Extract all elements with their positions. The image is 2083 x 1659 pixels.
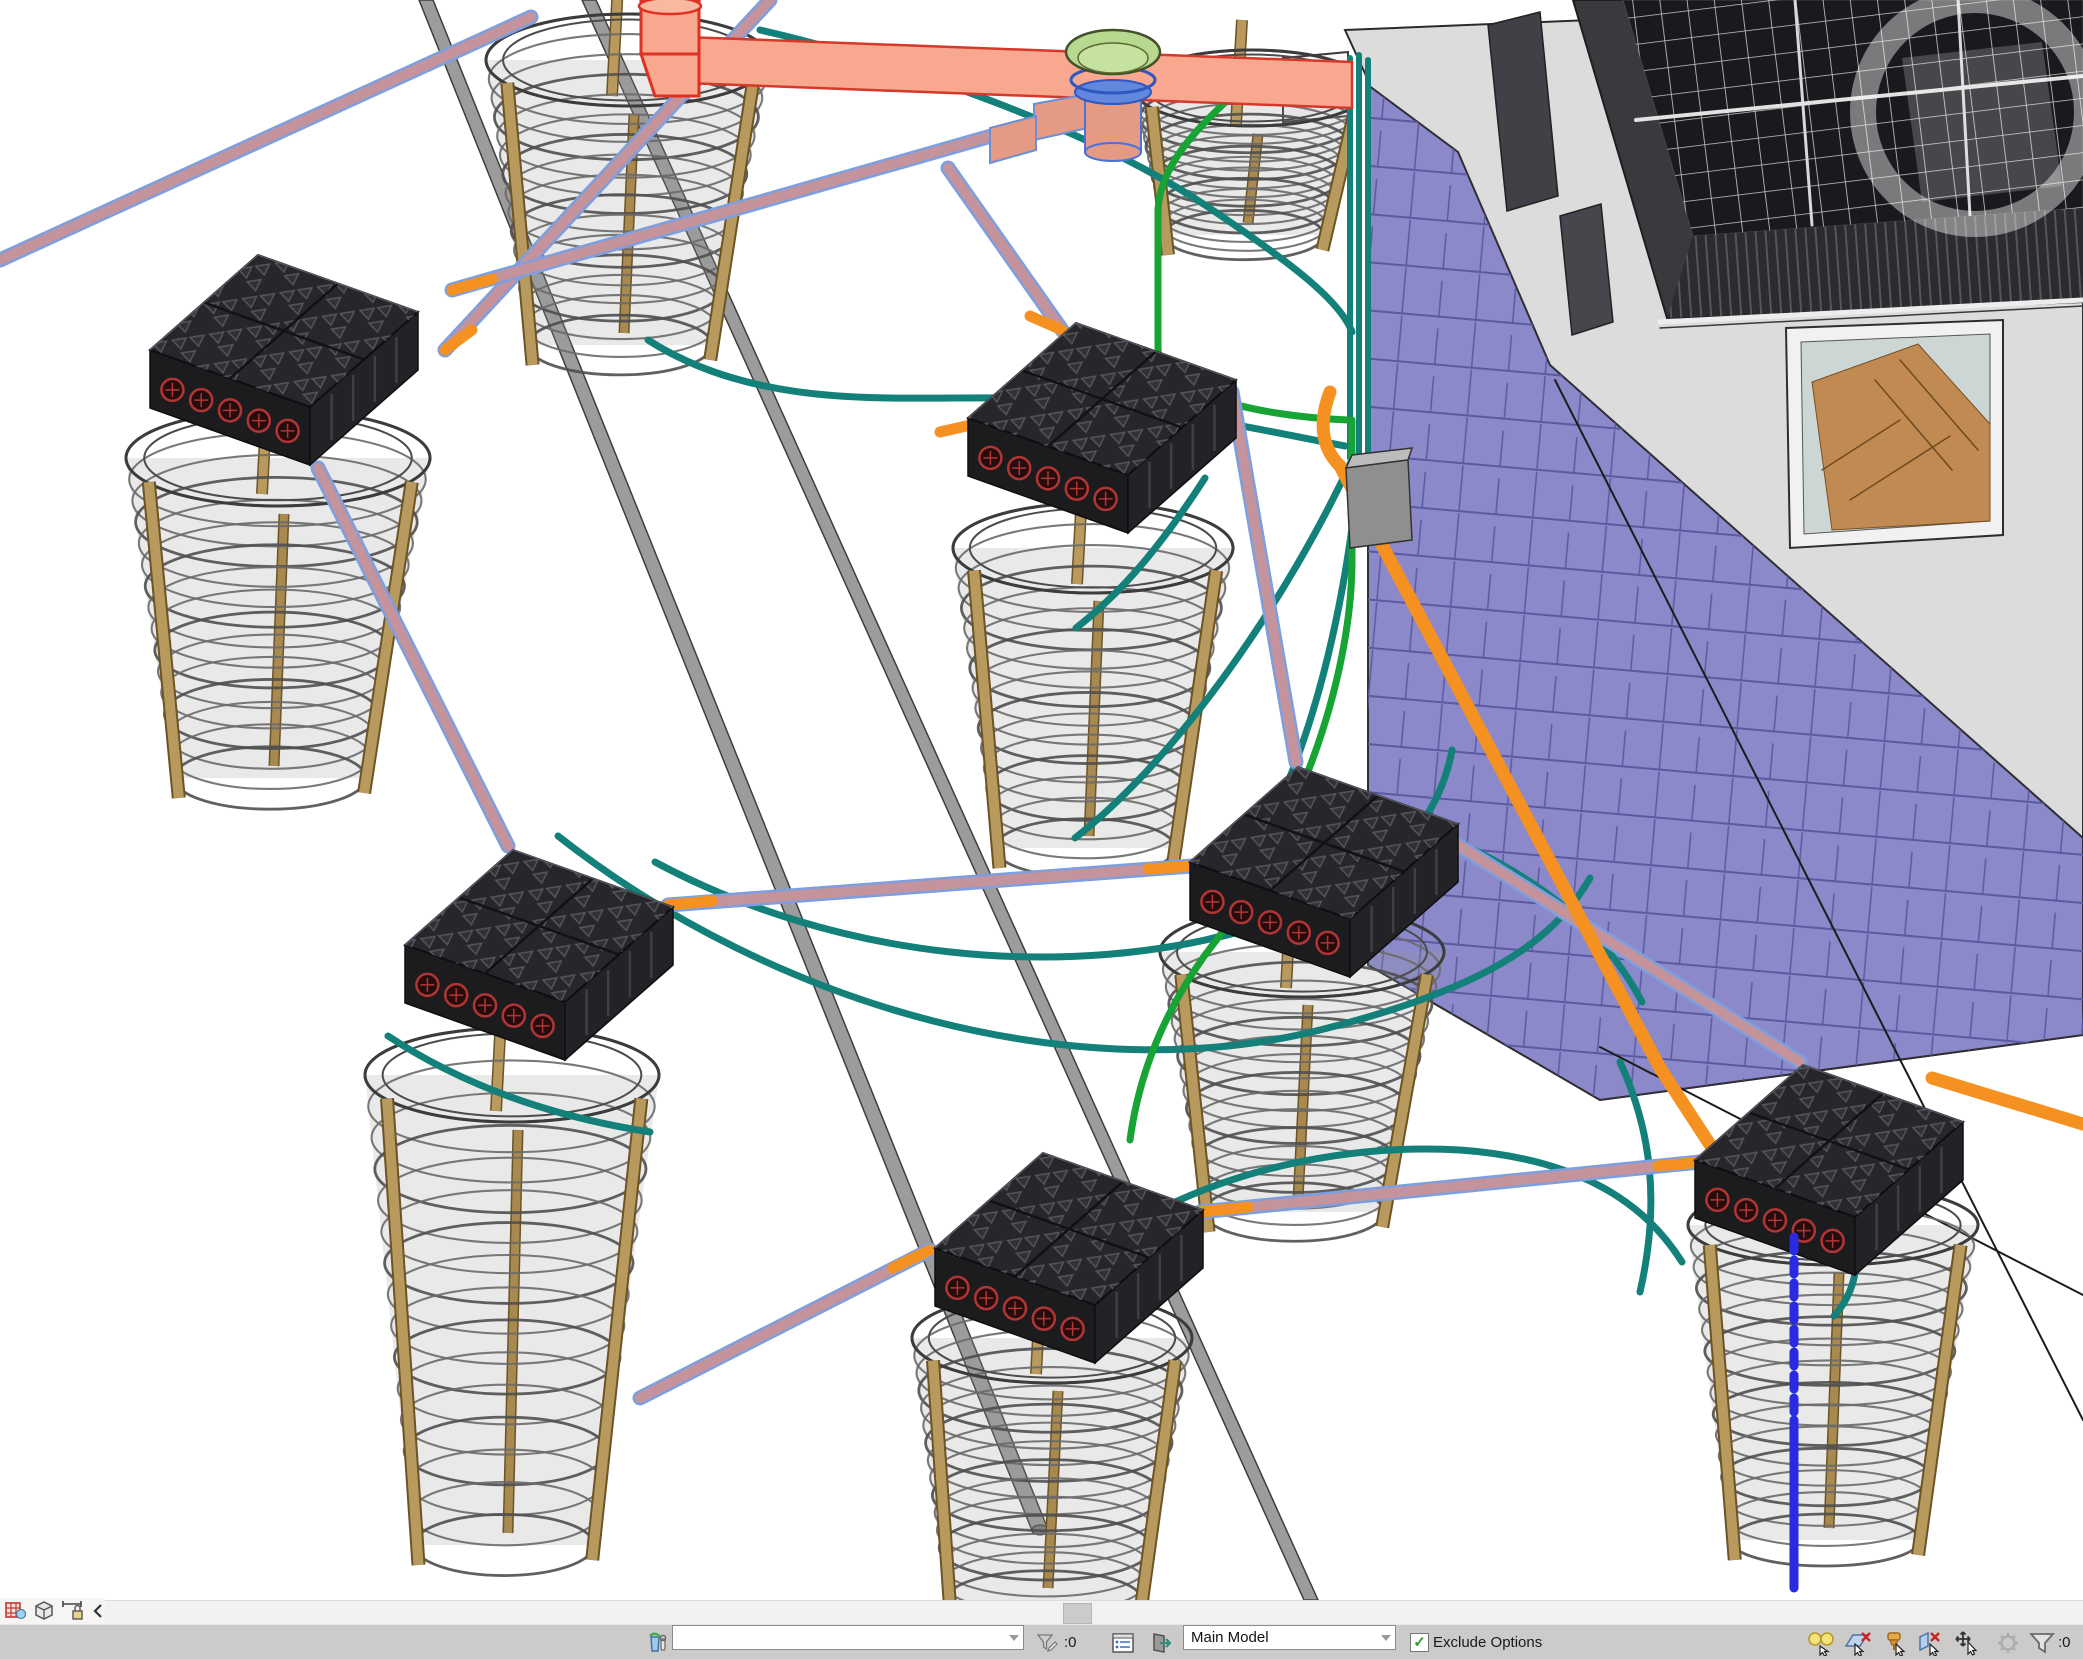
status-bar: :0 Main Model ✓ Exclude Options — [0, 1624, 2083, 1659]
select-links-icon[interactable] — [1806, 1625, 1836, 1659]
pipe-orange-cap-4[interactable] — [1200, 1207, 1248, 1212]
workset-selector[interactable] — [672, 1625, 1024, 1650]
attenuation-crate-1[interactable] — [150, 255, 418, 465]
design-option-selector[interactable]: Main Model — [1183, 1625, 1396, 1650]
editable-only-filter-icon[interactable] — [1036, 1625, 1058, 1659]
coil-basket-c[interactable] — [953, 473, 1233, 877]
pipe-orange-cap-5[interactable] — [1658, 1162, 1700, 1166]
worksets-icon[interactable] — [646, 1625, 670, 1659]
attenuation-crate-2[interactable] — [968, 323, 1236, 533]
visual-style-icon[interactable] — [33, 1600, 55, 1622]
pipe-red-collar — [639, 0, 701, 14]
active-design-option-icon[interactable] — [1150, 1625, 1174, 1659]
coil-basket-e[interactable] — [365, 998, 659, 1576]
collapse-chevron[interactable] — [91, 1600, 105, 1622]
locked-view-icon[interactable] — [61, 1600, 85, 1622]
pipe-manifold-stub-1[interactable] — [1034, 94, 1088, 140]
pipe-orange-cap-7[interactable] — [1148, 866, 1192, 869]
selection-filter-icon[interactable] — [2028, 1625, 2056, 1659]
view-control-bar — [0, 1598, 105, 1624]
select-by-face-icon[interactable] — [1916, 1625, 1946, 1659]
watermark-card — [1902, 42, 2062, 202]
pipe-mauve-7[interactable] — [668, 866, 1192, 905]
attenuation-crate-4[interactable] — [405, 850, 673, 1060]
design-option-value: Main Model — [1191, 1629, 1269, 1646]
pipe-orange-cap-6[interactable] — [668, 901, 712, 905]
inspection-pit-lid-inner — [1078, 43, 1148, 73]
pipe-manifold-stub-2[interactable] — [990, 116, 1036, 163]
drag-on-selection-icon[interactable] — [1952, 1625, 1982, 1659]
inspection-pit-base — [1085, 143, 1141, 161]
horizontal-scrollbar-thumb[interactable] — [1063, 1603, 1092, 1624]
exclude-options-checkbox[interactable]: ✓ — [1410, 1633, 1429, 1652]
pipe-mauve-8[interactable] — [640, 1250, 930, 1398]
pipe-mauve-10[interactable] — [948, 168, 1062, 330]
pipe-mauve-3[interactable] — [0, 17, 531, 260]
select-underlay-icon[interactable] — [1843, 1625, 1873, 1659]
reveal-hidden-elements-icon[interactable] — [5, 1600, 27, 1622]
select-pinned-icon[interactable] — [1880, 1625, 1910, 1659]
design-options-icon[interactable] — [1111, 1625, 1135, 1659]
pipe-orange-east-run[interactable] — [1932, 1078, 2083, 1124]
gear-icon[interactable] — [1994, 1625, 2022, 1659]
revit-application-window: :0 Main Model ✓ Exclude Options — [0, 0, 2083, 1659]
attenuation-crate-5[interactable] — [935, 1153, 1203, 1363]
utility-box[interactable] — [1346, 460, 1412, 548]
chevron-down-icon — [1381, 1635, 1391, 1641]
selection-count: :0 — [2058, 1625, 2071, 1659]
editable-only-count: :0 — [1064, 1625, 1077, 1659]
horizontal-scrollbar-track[interactable] — [0, 1600, 2083, 1625]
checkmark-icon: ✓ — [1413, 1635, 1426, 1650]
chevron-down-icon — [1009, 1635, 1019, 1641]
model-viewport[interactable] — [0, 0, 2083, 1600]
exclude-options-label: Exclude Options — [1433, 1625, 1542, 1659]
